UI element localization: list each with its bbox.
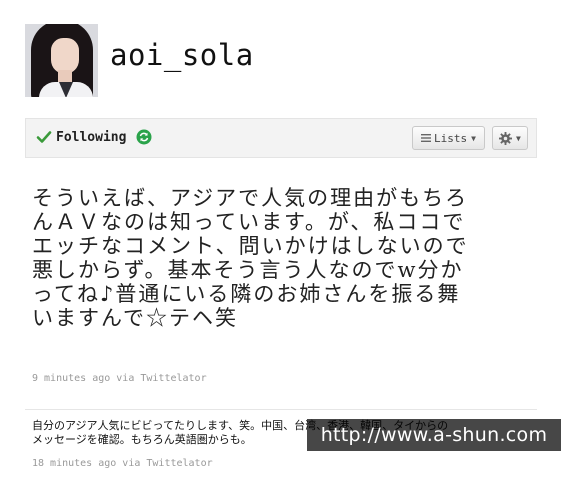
following-status[interactable]: Following xyxy=(36,129,152,145)
profile-header: aoi_sola xyxy=(25,24,254,97)
gear-icon xyxy=(499,131,512,145)
actions-bar: Following Lists ▼ ▼ xyxy=(25,118,537,158)
check-icon xyxy=(36,131,52,143)
lists-button[interactable]: Lists ▼ xyxy=(412,126,485,150)
tweet-meta[interactable]: 9 minutes ago via Twittelator xyxy=(32,373,207,384)
lines-icon xyxy=(421,134,431,142)
refresh-icon[interactable] xyxy=(136,129,152,145)
screen-name: aoi_sola xyxy=(110,37,254,72)
avatar[interactable] xyxy=(25,24,98,97)
divider xyxy=(25,409,537,410)
watermark: http://www.a-shun.com xyxy=(307,419,561,451)
following-label: Following xyxy=(56,129,127,145)
chevron-down-icon: ▼ xyxy=(516,133,521,143)
lists-label: Lists xyxy=(434,131,468,145)
chevron-down-icon: ▼ xyxy=(471,133,476,143)
tweet-meta[interactable]: 18 minutes ago via Twittelator xyxy=(32,458,213,469)
settings-button[interactable]: ▼ xyxy=(492,126,528,150)
tweet-text: そういえば、アジアで人気の理由がもちろんＡＶなのは知っています。が、私ココでエッ… xyxy=(32,186,469,330)
